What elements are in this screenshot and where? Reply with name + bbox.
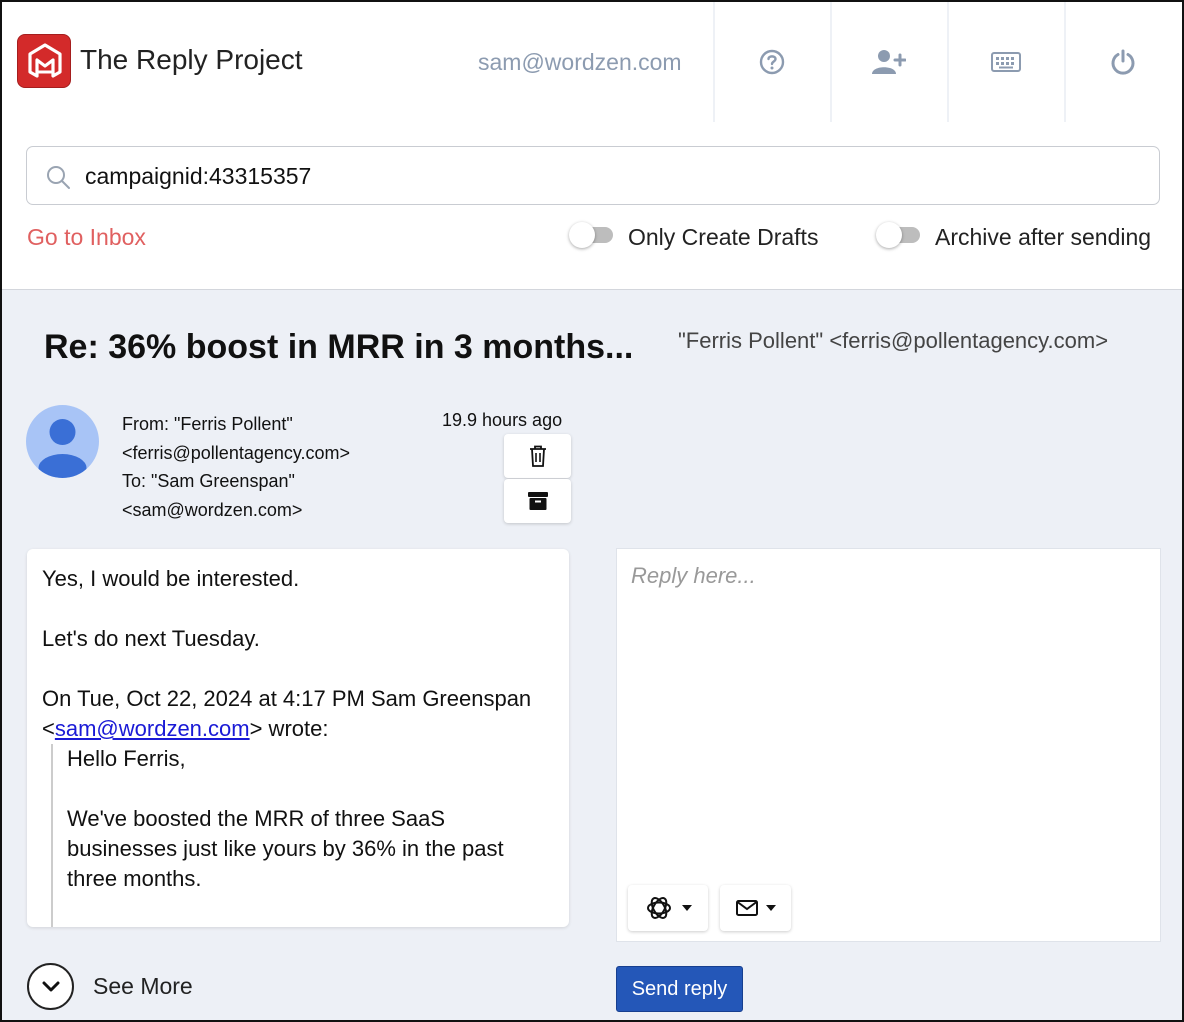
delete-button[interactable] — [504, 434, 571, 478]
openai-icon — [647, 897, 671, 919]
top-header: The Reply Project sam@wordzen.com — [2, 2, 1182, 122]
help-icon — [759, 49, 785, 75]
quoted-message: Hello Ferris, We've boosted the MRR of t… — [51, 744, 556, 927]
quote-intro: On Tue, Oct 22, 2024 at 4:17 PM Sam Gree… — [42, 686, 532, 741]
help-button[interactable] — [713, 2, 829, 122]
account-email: sam@wordzen.com — [478, 49, 682, 75]
person-icon — [38, 419, 87, 478]
search-icon — [47, 166, 70, 189]
logo-icon — [17, 34, 71, 88]
reply-editor — [616, 548, 1161, 942]
body-line: Yes, I would be interested. — [42, 566, 300, 591]
sender-email-link[interactable]: sam@wordzen.com — [55, 716, 250, 741]
search-box — [26, 146, 1160, 205]
send-reply-button[interactable]: Send reply — [616, 966, 743, 1012]
reply-input[interactable] — [631, 563, 1146, 873]
from-address: <ferris@pollentagency.com> — [122, 442, 351, 463]
only-create-drafts-label: Only Create Drafts — [628, 224, 819, 250]
search-controls: Go to Inbox Only Create Drafts Archive a… — [2, 122, 1182, 290]
only-create-drafts-toggle[interactable] — [569, 222, 617, 248]
email-meta: From: "Ferris Pollent" <ferris@pollentag… — [122, 410, 350, 524]
ai-assist-dropdown[interactable] — [628, 885, 708, 931]
email-time: 19.9 hours ago — [442, 410, 563, 430]
quote-paragraph: Hello Ferris, — [67, 746, 186, 771]
trash-icon — [529, 445, 546, 467]
logout-button[interactable] — [1064, 2, 1180, 122]
to-name: To: "Sam Greenspan" — [122, 471, 295, 491]
quote-paragraph: We've boosted the MRR of three SaaS busi… — [67, 806, 504, 891]
template-dropdown[interactable] — [720, 885, 791, 931]
avatar — [26, 405, 99, 478]
caret-down-icon — [682, 905, 692, 911]
see-more-button[interactable] — [27, 963, 74, 1010]
keyboard-shortcuts-button[interactable] — [947, 2, 1063, 122]
caret-down-icon — [765, 905, 776, 911]
archive-after-sending-toggle[interactable] — [876, 222, 924, 248]
see-more-label[interactable]: See More — [93, 973, 193, 1000]
from-name: From: "Ferris Pollent" — [122, 414, 293, 434]
keyboard-icon — [991, 52, 1021, 72]
body-line: Let's do next Tuesday. — [42, 626, 260, 651]
archive-after-sending-label: Archive after sending — [935, 224, 1152, 250]
to-address: <sam@wordzen.com> — [122, 499, 303, 520]
add-user-button[interactable] — [830, 2, 946, 122]
add-user-icon — [872, 50, 906, 74]
search-input[interactable] — [85, 157, 1135, 195]
go-to-inbox-link[interactable]: Go to Inbox — [27, 224, 146, 251]
envelope-icon — [735, 900, 758, 916]
app-title: The Reply Project — [80, 44, 303, 75]
email-body: Yes, I would be interested. Let's do nex… — [27, 549, 569, 927]
power-icon — [1111, 49, 1135, 75]
archive-button[interactable] — [504, 479, 571, 523]
email-sender: "Ferris Pollent" <ferris@pollentagency.c… — [678, 328, 1109, 353]
archive-icon — [527, 492, 548, 510]
email-subject: Re: 36% boost in MRR in 3 months... — [44, 328, 634, 366]
chevron-down-icon — [42, 981, 59, 991]
app-window: The Reply Project sam@wordzen.com campai… — [0, 0, 1184, 1022]
